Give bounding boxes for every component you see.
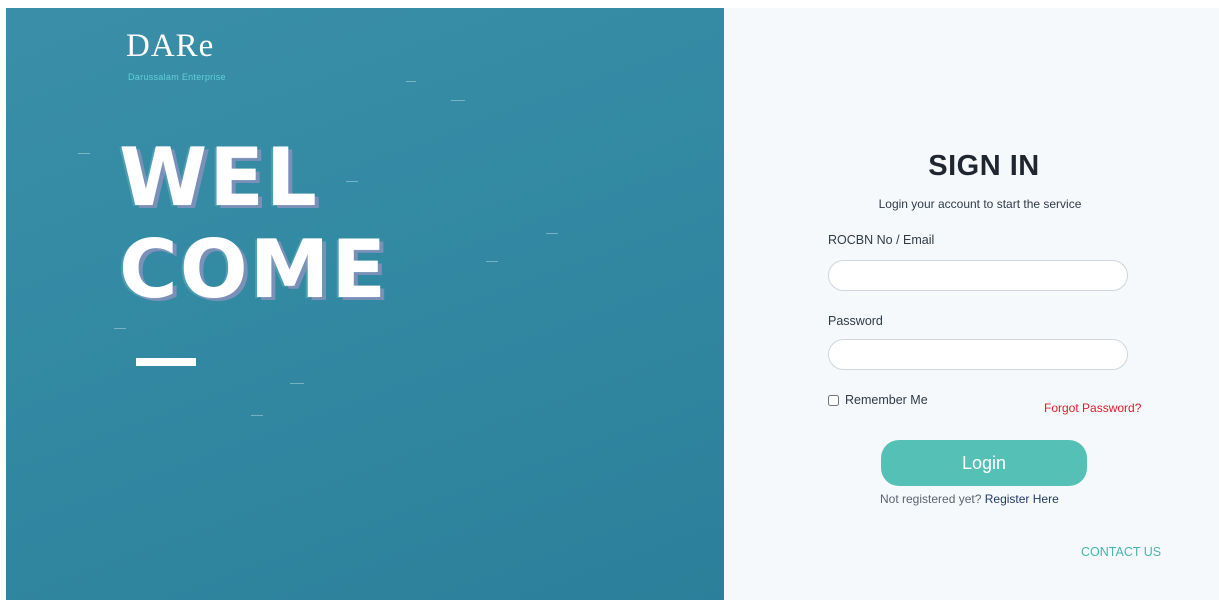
register-prompt: Not registered yet?	[880, 492, 982, 506]
decor-dash	[78, 153, 90, 154]
remember-me-checkbox[interactable]	[828, 394, 839, 406]
password-label: Password	[828, 314, 883, 328]
password-input[interactable]	[828, 339, 1128, 370]
register-link[interactable]: Register Here	[985, 492, 1059, 506]
decor-dash	[290, 383, 304, 384]
dare-logo: DARe	[126, 28, 215, 64]
username-label: ROCBN No / Email	[828, 233, 935, 247]
welcome-panel: DARe Darussalam Enterprise WEL COME	[6, 8, 724, 600]
contact-us-link[interactable]: CONTACT US	[1081, 545, 1161, 559]
signin-subtitle: Login your account to start the service	[878, 197, 1082, 211]
username-input[interactable]	[828, 260, 1128, 291]
decor-dash	[346, 181, 358, 182]
forgot-password-link[interactable]: Forgot Password?	[1044, 401, 1141, 415]
login-button[interactable]: Login	[881, 440, 1087, 486]
welcome-underline	[136, 358, 196, 366]
welcome-line-1: WEL	[119, 131, 319, 224]
decor-dash	[451, 100, 465, 101]
register-line: Not registered yet? Register Here	[880, 492, 1059, 506]
decor-dash	[546, 233, 558, 234]
signin-panel	[724, 8, 1219, 600]
remember-me[interactable]: Remember Me	[828, 393, 928, 407]
decor-dash	[114, 328, 126, 329]
remember-me-label: Remember Me	[845, 393, 928, 407]
logo-tagline: Darussalam Enterprise	[128, 72, 226, 82]
welcome-line-2: COME	[119, 223, 388, 316]
signin-title: SIGN IN	[928, 150, 1040, 182]
decor-dash	[251, 415, 263, 416]
decor-dash	[486, 261, 498, 262]
decor-dash	[406, 81, 416, 82]
